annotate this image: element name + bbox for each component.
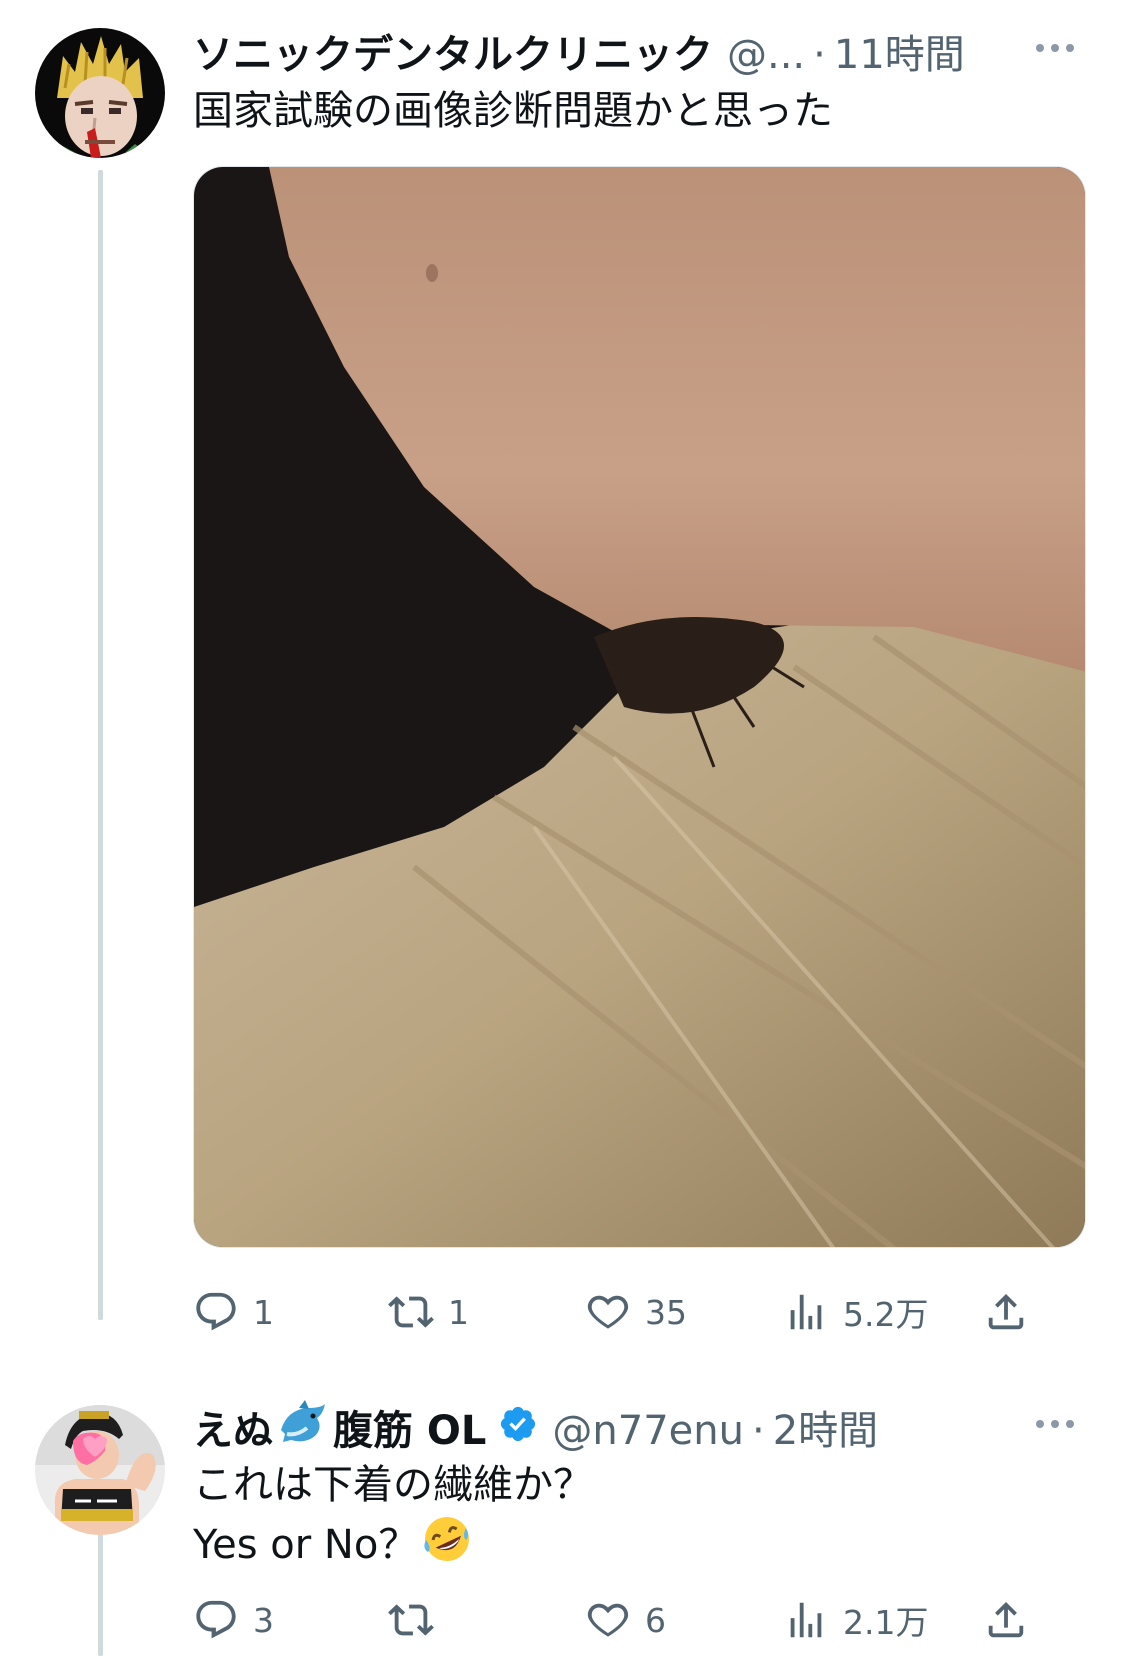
share-upload-icon (983, 1289, 1029, 1335)
handle[interactable]: @n77enu (552, 1408, 744, 1454)
reply-icon (193, 1289, 239, 1335)
display-name-part1[interactable]: えぬ (193, 1398, 273, 1456)
dolphin-emoji (277, 1400, 329, 1448)
like-count: 6 (645, 1600, 666, 1640)
reply-count: 3 (253, 1600, 274, 1640)
heart-icon (585, 1289, 631, 1335)
like-button[interactable]: 6 (585, 1590, 666, 1650)
avatar[interactable] (35, 1405, 165, 1535)
tweet-header: ソニックデンタルクリニック @... · 11時間 (193, 22, 965, 80)
more-options-button[interactable] (1025, 28, 1085, 68)
views-button[interactable]: 5.2万 (783, 1282, 928, 1342)
display-name-part2[interactable]: 腹筋 OL (333, 1398, 486, 1456)
share-upload-icon (983, 1597, 1029, 1643)
photo-image (194, 167, 1085, 1247)
tweet-actions: 1 1 35 5.2万 (193, 1282, 1086, 1342)
avatar[interactable] (35, 28, 165, 158)
character-portrait-icon (35, 28, 165, 158)
tweet-text-line2-content: Yes or No？ (193, 1522, 419, 1568)
heart-icon (585, 1597, 631, 1643)
share-button[interactable] (983, 1282, 1029, 1342)
timestamp[interactable]: 2時間 (773, 1398, 878, 1456)
timestamp[interactable]: 11時間 (834, 22, 965, 80)
views-count: 5.2万 (843, 1295, 929, 1334)
tweet-text: 国家試験の画像診断問題かと思った (193, 88, 833, 134)
verified-badge-icon (498, 1404, 538, 1448)
tweet-header: えぬ 腹筋 OL @n77enu · 2時間 (193, 1398, 878, 1456)
reply-icon (193, 1597, 239, 1643)
more-horizontal-icon (1036, 1420, 1074, 1428)
display-name[interactable]: ソニックデンタルクリニック (193, 22, 713, 80)
tweet-text-line1: これは下着の繊維か？ (193, 1462, 593, 1508)
views-button[interactable]: 2.1万 (783, 1590, 928, 1650)
retweet-count: 1 (448, 1292, 469, 1332)
rofl-emoji (422, 1514, 472, 1580)
reply-button[interactable]: 3 (193, 1590, 274, 1650)
views-bar-chart-icon (783, 1597, 829, 1643)
separator: · (813, 32, 826, 78)
more-options-button[interactable] (1025, 1404, 1085, 1444)
tweet-text-line2: Yes or No？ (193, 1514, 472, 1580)
retweet-button[interactable] (388, 1590, 448, 1650)
views-count: 2.1万 (843, 1603, 929, 1642)
retweet-icon (388, 1597, 434, 1643)
share-button[interactable] (983, 1590, 1029, 1650)
retweet-button[interactable]: 1 (388, 1282, 469, 1342)
separator: · (751, 1408, 765, 1454)
more-horizontal-icon (1036, 44, 1074, 52)
tweet-image[interactable] (193, 166, 1086, 1248)
fitness-person-icon (35, 1405, 165, 1535)
reply-button[interactable]: 1 (193, 1282, 274, 1342)
like-count: 35 (645, 1292, 687, 1332)
retweet-icon (388, 1289, 434, 1335)
reply-count: 1 (253, 1292, 274, 1332)
like-button[interactable]: 35 (585, 1282, 687, 1342)
views-bar-chart-icon (783, 1289, 829, 1335)
thread-line-1 (98, 170, 103, 1320)
handle[interactable]: @... (727, 32, 805, 78)
tweet-actions: 3 6 2.1万 (193, 1590, 1086, 1650)
